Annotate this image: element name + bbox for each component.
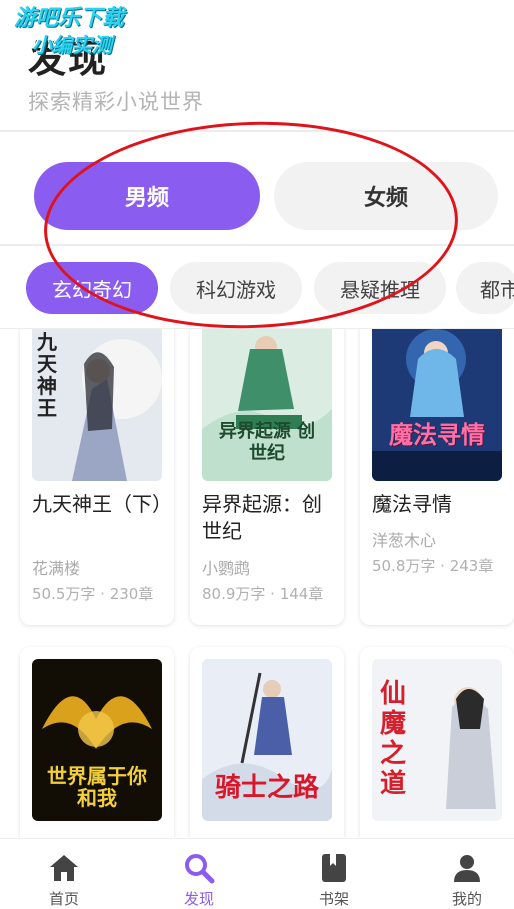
book-card[interactable]: 九天神王 九天神王（下） 花满楼 50.5万字 · 230章 <box>20 329 174 625</box>
book-cover: 世界属于你和我 <box>32 659 162 821</box>
book-cover: 九天神王 <box>32 329 162 481</box>
book-title: 九天神王（下） <box>32 492 172 516</box>
user-icon <box>454 855 480 882</box>
book-title: 魔法寻情 <box>372 492 452 516</box>
search-icon <box>185 854 215 884</box>
home-icon <box>50 855 78 881</box>
book-author: 洋葱木心 <box>372 531 437 550</box>
book-grid: 九天神王 九天神王（下） 花满楼 50.5万字 · 230章 异界起源 创世纪 … <box>0 329 514 837</box>
book-card[interactable]: 世界属于你和我 <box>20 647 174 837</box>
cover-title: 仙魔之道 <box>380 679 407 799</box>
nav-home-label: 首页 <box>48 890 79 908</box>
book-cover: 仙魔之道 <box>372 659 502 821</box>
cover-title: 世界属于你和我 <box>47 764 147 810</box>
book-author: 花满楼 <box>32 559 81 578</box>
nav-home[interactable]: 首页 <box>0 839 128 909</box>
nav-profile-label: 我的 <box>451 890 482 908</box>
book-cover: 异界起源 创世纪 <box>202 329 332 481</box>
nav-discover[interactable]: 发现 <box>135 839 263 909</box>
nav-profile[interactable]: 我的 <box>403 839 514 909</box>
bottom-nav: 首页 发现 书架 我的 <box>0 838 514 909</box>
book-cover: 魔法寻情 <box>372 329 502 481</box>
watermark-line-1: 游吧乐下载 <box>14 6 125 31</box>
watermark-logo: 游吧乐下载 小编实测 <box>14 6 164 58</box>
watermark-line-2: 小编实测 <box>32 33 112 57</box>
nav-discover-label: 发现 <box>183 890 214 908</box>
discover-screen: 发现 游吧乐下载 小编实测 探索精彩小说世界 男频 女频 玄幻奇幻 科幻游戏 悬… <box>0 0 514 909</box>
cover-art <box>372 329 502 481</box>
book-card[interactable]: 仙魔之道 <box>360 647 514 837</box>
cover-title: 魔法寻情 <box>389 421 485 449</box>
book-icon <box>322 854 346 882</box>
book-meta: 50.5万字 · 230章 <box>32 585 154 603</box>
cover-title: 骑士之路 <box>214 773 319 803</box>
book-card[interactable]: 魔法寻情 魔法寻情 洋葱木心 50.8万字 · 243章 <box>360 329 514 625</box>
book-card[interactable]: 骑士之路 <box>190 647 344 837</box>
cover-title: 异界起源 创世纪 <box>218 421 316 464</box>
book-meta: 80.9万字 · 144章 <box>202 585 324 603</box>
book-author: 小鹦鹉 <box>202 559 251 578</box>
chip-label: 都市 <box>480 277 514 302</box>
page-subtitle: 探索精彩小说世界 <box>28 90 204 114</box>
chip-urban[interactable]: 都市 <box>456 262 514 314</box>
book-meta: 50.8万字 · 243章 <box>372 557 494 575</box>
book-cover: 骑士之路 <box>202 659 332 821</box>
header: 发现 游吧乐下载 小编实测 探索精彩小说世界 <box>0 0 514 130</box>
nav-bookshelf[interactable]: 书架 <box>270 839 398 909</box>
cover-title: 九天神王 <box>37 330 57 420</box>
nav-bookshelf-label: 书架 <box>318 890 349 908</box>
book-card[interactable]: 异界起源 创世纪 异界起源：创世纪 小鹦鹉 80.9万字 · 144章 <box>190 329 344 625</box>
book-title: 异界起源：创世纪 <box>202 492 322 543</box>
